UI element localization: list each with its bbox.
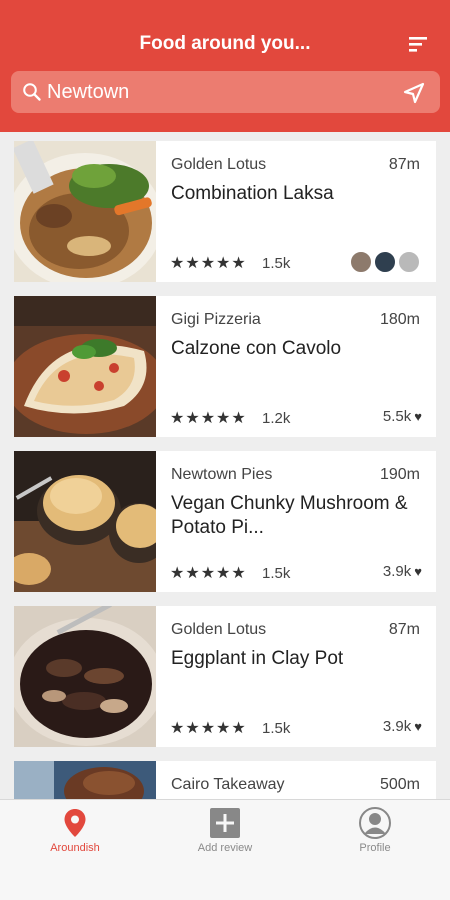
heart-icon: ♥ xyxy=(414,409,422,424)
app-header: Food around you... xyxy=(0,0,450,132)
distance: 87m xyxy=(388,621,420,638)
dish-card[interactable]: Golden Lotus 87m Eggplant in Clay Pot ★★… xyxy=(14,606,436,747)
like-count[interactable]: 3.9k ♥ xyxy=(383,718,422,735)
search-icon xyxy=(23,83,41,101)
dish-card[interactable]: Gigi Pizzeria 180m Calzone con Cavolo ★★… xyxy=(14,296,436,437)
dish-photo xyxy=(14,141,156,282)
star-rating: ★★★★★ xyxy=(170,255,247,272)
tab-label: Profile xyxy=(359,842,391,854)
heart-icon: ♥ xyxy=(414,719,422,734)
friend-avatars xyxy=(350,251,422,273)
tab-add-review[interactable]: Add review xyxy=(150,800,300,870)
dish-name: Vegan Chunky Mushroom & Potato Pi... xyxy=(171,493,408,538)
tab-label: Add review xyxy=(197,842,253,854)
bottom-tab-bar: Aroundish Add review Profile xyxy=(0,799,450,900)
rating-count: 1.5k xyxy=(262,255,291,272)
friend-avatar-3 xyxy=(398,251,420,273)
star-rating: ★★★★★ xyxy=(170,720,247,737)
location-arrow-icon[interactable] xyxy=(402,81,426,105)
rating-count: 1.5k xyxy=(262,720,291,737)
distance: 500m xyxy=(379,776,420,793)
like-count-value: 3.9k xyxy=(382,563,412,580)
dish-name: Calzone con Cavolo xyxy=(171,338,342,359)
dish-name: Combination Laksa xyxy=(171,183,334,204)
tab-profile[interactable]: Profile xyxy=(300,800,450,870)
dish-card[interactable]: Cairo Takeaway 500m xyxy=(14,761,436,799)
restaurant-name: Golden Lotus xyxy=(171,156,267,173)
restaurant-name: Gigi Pizzeria xyxy=(171,311,261,328)
add-square-icon xyxy=(210,808,240,838)
map-pin-icon xyxy=(64,809,86,837)
like-count-value: 5.5k xyxy=(382,408,412,425)
page-title: Food around you... xyxy=(139,33,311,54)
rating-count: 1.2k xyxy=(262,410,291,427)
like-count[interactable]: 3.9k ♥ xyxy=(383,563,422,580)
dish-photo xyxy=(14,606,156,747)
menu-lines-icon[interactable] xyxy=(407,34,429,54)
restaurant-name: Cairo Takeaway xyxy=(171,776,285,793)
dish-list[interactable]: Golden Lotus 87m Combination Laksa ★★★★★… xyxy=(0,132,450,799)
star-rating: ★★★★★ xyxy=(170,565,247,582)
tab-aroundish[interactable]: Aroundish xyxy=(0,800,150,870)
search-bar xyxy=(11,71,440,113)
restaurant-name: Newtown Pies xyxy=(171,466,273,483)
user-avatar-icon xyxy=(359,807,391,839)
distance: 87m xyxy=(388,156,420,173)
dish-photo xyxy=(14,451,156,592)
friend-avatar-2 xyxy=(374,251,396,273)
like-count-value: 3.9k xyxy=(382,718,412,735)
tab-label: Aroundish xyxy=(50,842,100,854)
dish-card[interactable]: Newtown Pies 190m Vegan Chunky Mushroom … xyxy=(14,451,436,592)
like-count[interactable]: 5.5k ♥ xyxy=(383,408,422,425)
search-input[interactable] xyxy=(47,71,387,113)
dish-name: Eggplant in Clay Pot xyxy=(171,648,344,669)
distance: 180m xyxy=(379,311,420,328)
dish-photo xyxy=(14,761,156,799)
dish-card[interactable]: Golden Lotus 87m Combination Laksa ★★★★★… xyxy=(14,141,436,282)
dish-photo xyxy=(14,296,156,437)
distance: 190m xyxy=(379,466,420,483)
friend-avatar-1 xyxy=(350,251,372,273)
restaurant-name: Golden Lotus xyxy=(171,621,267,638)
rating-count: 1.5k xyxy=(262,565,291,582)
heart-icon: ♥ xyxy=(414,564,422,579)
star-rating: ★★★★★ xyxy=(170,410,247,427)
